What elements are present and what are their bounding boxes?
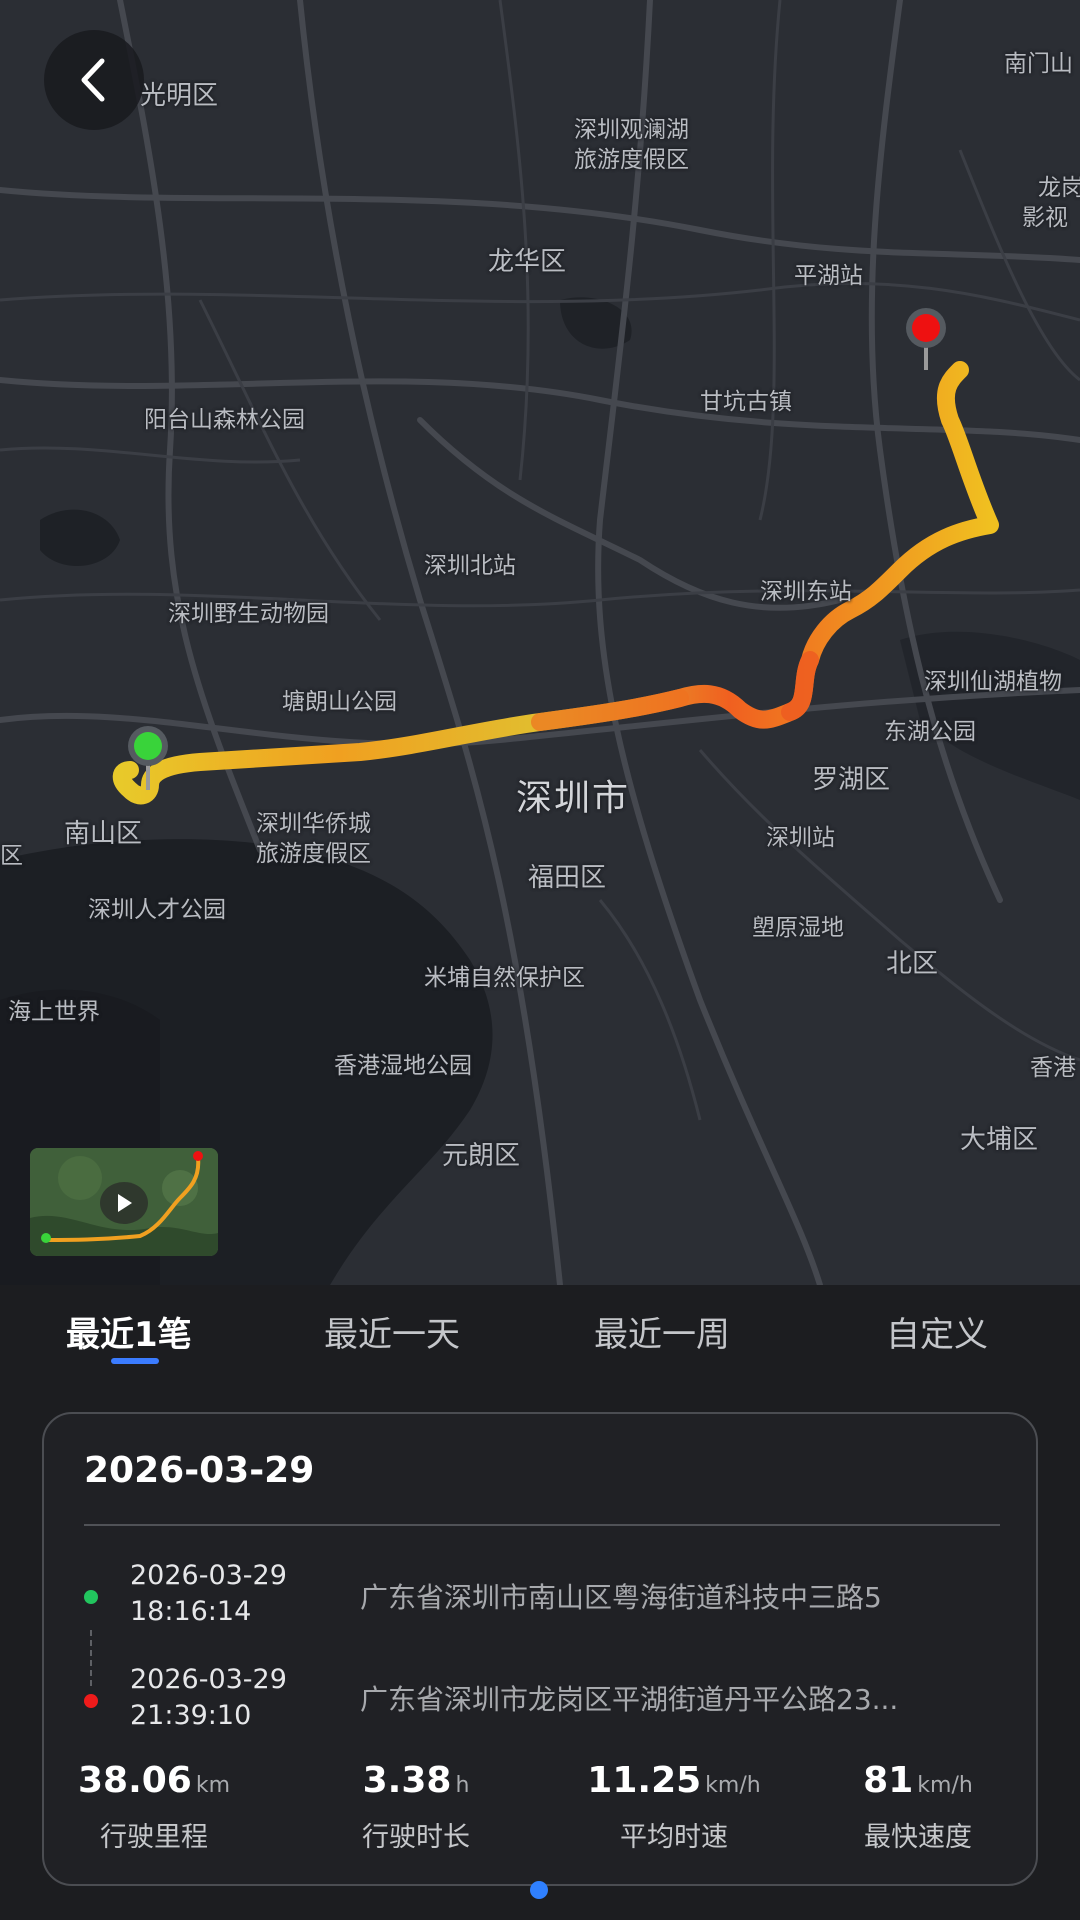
page-indicator-dot	[530, 1881, 548, 1899]
start-address: 广东省深圳市南山区粤海街道科技中三路5	[360, 1581, 882, 1614]
end-time: 21:39:10	[130, 1700, 252, 1731]
route-connector	[90, 1630, 94, 1686]
stat-value: 38.06	[77, 1760, 192, 1801]
stat-value: 11.25	[587, 1760, 702, 1801]
map-label: 区	[0, 843, 23, 869]
map-label: 深圳仙湖植物	[924, 669, 1062, 695]
map-label: 东湖公园	[884, 719, 976, 745]
map-label: 旅游度假区	[256, 841, 371, 867]
map-label: 海上世界	[8, 999, 100, 1025]
map-label: 平湖站	[794, 263, 863, 289]
map-label: 大埔区	[960, 1125, 1039, 1155]
map-label: 影视	[1022, 205, 1068, 231]
start-dot-icon	[84, 1590, 98, 1604]
trip-date: 2026-03-29	[84, 1450, 315, 1491]
stat-label: 平均时速	[620, 1822, 728, 1853]
start-time: 18:16:14	[130, 1596, 252, 1627]
map-view[interactable]: 光明区 深圳观澜湖 旅游度假区 南门山 龙岗 影视 龙华区 平湖站 甘坑古镇 阳…	[0, 0, 1080, 1285]
map-label: 龙岗	[1038, 175, 1080, 201]
map-label: 香港湿地公园	[334, 1053, 472, 1079]
stat-value: 3.38	[362, 1760, 452, 1801]
stat-unit: km/h	[705, 1773, 761, 1798]
map-label: 甘坑古镇	[700, 389, 792, 415]
map-label: 光明区	[140, 81, 219, 111]
map-label: 罗湖区	[812, 765, 891, 795]
stat-duration: 3.38 h 行驶时长	[306, 1760, 526, 1854]
chevron-left-icon	[81, 58, 105, 102]
stat-avg-speed: 11.25 km/h 平均时速	[564, 1760, 784, 1854]
stat-distance: 38.06 km 行驶里程	[44, 1760, 264, 1854]
end-date: 2026-03-29	[130, 1664, 287, 1695]
map-label: 南山区	[64, 819, 143, 849]
map-label: 福田区	[528, 863, 607, 893]
stat-label: 行驶时长	[362, 1822, 470, 1853]
map-background	[0, 0, 1080, 1285]
map-label: 阳台山森林公园	[144, 407, 305, 433]
trip-card[interactable]: 2026-03-29 2026-03-29 18:16:14 广东省深圳市南山区…	[42, 1412, 1038, 1886]
start-date: 2026-03-29	[130, 1560, 287, 1591]
route-replay-thumbnail[interactable]	[30, 1148, 218, 1256]
play-icon	[118, 1194, 132, 1212]
stat-label: 最快速度	[864, 1822, 972, 1853]
map-label: 龙华区	[488, 247, 567, 277]
tab-last-day[interactable]: 最近一天	[324, 1307, 460, 1356]
time-range-tabs: 最近1笔 最近一天 最近一周 自定义	[0, 1285, 1080, 1405]
stat-unit: h	[455, 1773, 470, 1798]
stat-unit: km	[195, 1773, 231, 1798]
back-button[interactable]	[44, 30, 144, 130]
map-label: 深圳野生动物园	[168, 601, 329, 627]
map-label: 深圳东站	[760, 579, 852, 605]
end-address: 广东省深圳市龙岗区平湖街道丹平公路23...	[360, 1683, 899, 1716]
map-label: 旅游度假区	[574, 147, 689, 173]
map-label: 深圳市	[516, 778, 631, 819]
map-label: 北区	[886, 949, 939, 979]
map-label: 元朗区	[442, 1141, 521, 1171]
stat-unit: km/h	[917, 1773, 973, 1798]
tab-latest-one[interactable]: 最近1笔	[66, 1307, 192, 1356]
tab-indicator	[111, 1358, 159, 1364]
stat-value: 81	[863, 1760, 914, 1801]
map-label: 深圳观澜湖	[574, 117, 689, 143]
play-button[interactable]	[100, 1182, 148, 1224]
stat-max-speed: 81 km/h 最快速度	[808, 1760, 1028, 1854]
end-dot-icon	[84, 1694, 98, 1708]
tab-last-week[interactable]: 最近一周	[594, 1307, 730, 1356]
map-label: 深圳站	[766, 825, 835, 851]
map-label: 南门山	[1004, 51, 1073, 77]
map-label: 深圳华侨城	[256, 811, 371, 837]
map-label: 塱原湿地	[752, 915, 844, 941]
stat-label: 行驶里程	[100, 1822, 208, 1853]
divider	[84, 1524, 1000, 1526]
map-label: 深圳人才公园	[88, 897, 226, 923]
map-label: 米埔自然保护区	[424, 965, 585, 991]
map-label: 深圳北站	[424, 553, 516, 579]
tab-custom[interactable]: 自定义	[886, 1307, 988, 1356]
map-label: 香港	[1030, 1055, 1076, 1081]
map-label: 塘朗山公园	[282, 689, 397, 715]
